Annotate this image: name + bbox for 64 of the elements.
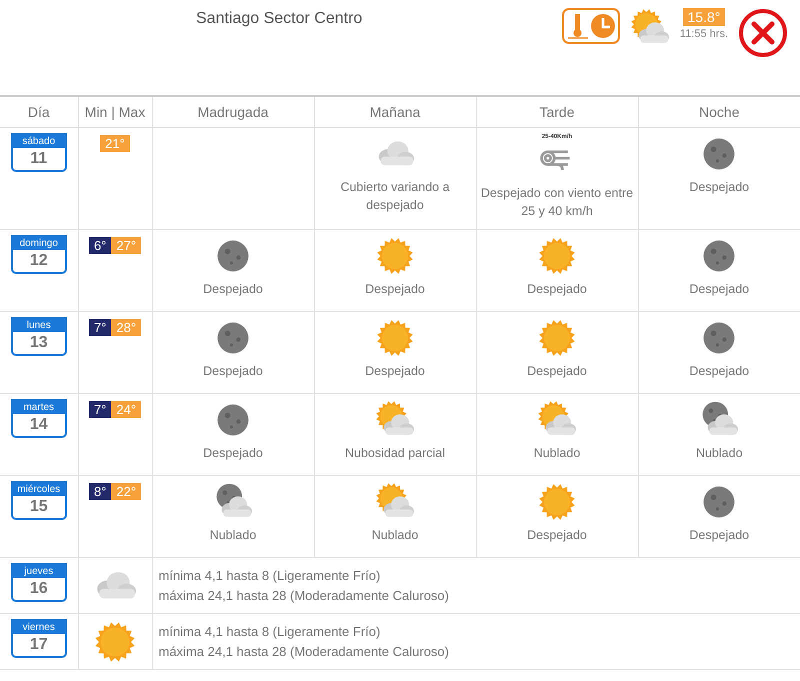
day-number: 14 (30, 415, 48, 435)
sun-icon (537, 318, 577, 358)
forecast-description: Despejado (526, 527, 588, 544)
forecast-description: Despejado (526, 281, 588, 298)
weekday-label: jueves (12, 565, 65, 578)
temperature-range-text: máxima 24,1 hasta 28 (Moderadamente Caluroso) (158, 586, 450, 605)
update-time: 11:55 hrs. (680, 28, 728, 40)
forecast-description: Despejado con viento entre 25 y 40 km/h (480, 185, 634, 220)
forecast-description: Despejado (688, 179, 750, 196)
sun-icon (375, 318, 415, 358)
forecast-description: Despejado (202, 445, 264, 462)
weekday-label: viernes (12, 621, 65, 634)
weekday-label: sábado (12, 135, 65, 148)
forecast-description: Despejado (202, 281, 264, 298)
thermometer-clock-icon[interactable] (562, 8, 620, 44)
weekday-label: lunes (12, 319, 65, 332)
sun-icon (93, 620, 137, 664)
column-header: Noche (699, 104, 740, 120)
forecast-description: Despejado (688, 527, 750, 544)
day-number: 16 (30, 579, 48, 599)
column-header: Min | Max (84, 104, 146, 120)
max-temperature: 22° (111, 483, 142, 500)
sun-icon (537, 482, 577, 522)
max-temperature: 27° (111, 237, 142, 254)
forecast-description: Cubierto variando a despejado (339, 179, 451, 214)
weekday-label: miércoles (12, 483, 65, 496)
current-temperature: 15.8° (682, 8, 726, 26)
forecast-description: Despejado (364, 281, 426, 298)
forecast-description: Despejado (202, 363, 264, 380)
max-temperature: 21° (100, 135, 130, 152)
min-temperature: 8° (88, 483, 112, 500)
close-button[interactable] (738, 8, 788, 58)
temperature-range-text: mínima 4,1 hasta 8 (Ligeramente Frío) (158, 566, 382, 585)
forecast-description: Despejado (364, 363, 426, 380)
column-header: Mañana (370, 104, 420, 120)
sun-icon (375, 236, 415, 276)
weekday-label: martes (12, 401, 65, 414)
column-header: Madrugada (198, 104, 268, 120)
temperature-range-text: mínima 4,1 hasta 8 (Ligeramente Frío) (158, 622, 382, 641)
forecast-description: Nublado (370, 527, 420, 544)
forecast-description: Nubosidad parcial (344, 445, 446, 462)
max-temperature: 28° (111, 319, 142, 336)
weekday-label: domingo (12, 237, 65, 250)
forecast-description: Despejado (688, 281, 750, 298)
column-header: Tarde (539, 104, 575, 120)
day-number: 17 (30, 635, 48, 655)
min-temperature: 7° (88, 319, 112, 336)
day-number: 15 (30, 497, 48, 517)
forecast-description: Nublado (208, 527, 258, 544)
location-title: Santiago Sector Centro (196, 10, 362, 28)
min-temperature: 6° (88, 237, 112, 254)
close-icon (738, 8, 788, 58)
day-number: 11 (30, 149, 48, 169)
sun-icon (537, 236, 577, 276)
forecast-description: Nublado (694, 445, 744, 462)
forecast-description: Despejado (526, 363, 588, 380)
forecast-description: Despejado (688, 363, 750, 380)
column-header: Día (28, 104, 50, 120)
day-number: 12 (30, 251, 48, 271)
min-temperature: 7° (88, 401, 112, 418)
forecast-description: Nublado (532, 445, 582, 462)
max-temperature: 24° (111, 401, 142, 418)
day-number: 13 (30, 333, 48, 353)
temperature-range-text: máxima 24,1 hasta 28 (Moderadamente Caluroso) (158, 642, 450, 661)
